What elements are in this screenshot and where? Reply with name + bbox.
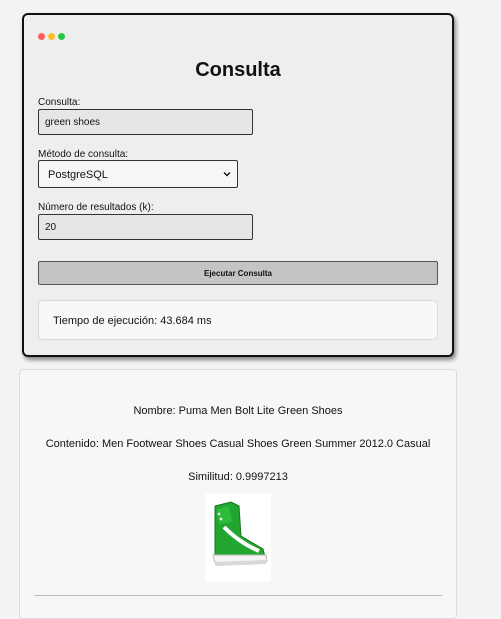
- method-select[interactable]: PostgreSQL: [38, 160, 238, 188]
- execution-time-box: Tiempo de ejecución: 43.684 ms: [38, 300, 438, 340]
- result-divider: [34, 595, 442, 596]
- query-panel: Consulta Consulta: Método de consulta: P…: [22, 13, 454, 357]
- close-dot-icon[interactable]: [38, 33, 45, 40]
- method-select-value: PostgreSQL: [48, 169, 108, 181]
- result-image: [205, 494, 271, 582]
- query-input[interactable]: [38, 109, 253, 135]
- method-label: Método de consulta:: [38, 149, 129, 160]
- result-card: Nombre: Puma Men Bolt Lite Green Shoes C…: [19, 369, 457, 619]
- maximize-dot-icon[interactable]: [58, 33, 65, 40]
- page-title: Consulta: [195, 59, 281, 81]
- execution-time-text: Tiempo de ejecución: 43.684 ms: [53, 315, 212, 327]
- k-input[interactable]: [38, 214, 253, 240]
- result-similarity: Similitud: 0.9997213: [188, 471, 288, 483]
- k-label: Número de resultados (k):: [38, 202, 154, 213]
- minimize-dot-icon[interactable]: [48, 33, 55, 40]
- window-controls: [38, 33, 65, 40]
- result-name: Nombre: Puma Men Bolt Lite Green Shoes: [133, 405, 343, 417]
- result-content: Contenido: Men Footwear Shoes Casual Sho…: [45, 438, 431, 450]
- chevron-down-icon: [223, 172, 231, 177]
- green-sneaker-icon: [212, 501, 268, 566]
- run-query-button[interactable]: Ejecutar Consulta: [38, 261, 438, 285]
- query-label: Consulta:: [38, 97, 81, 108]
